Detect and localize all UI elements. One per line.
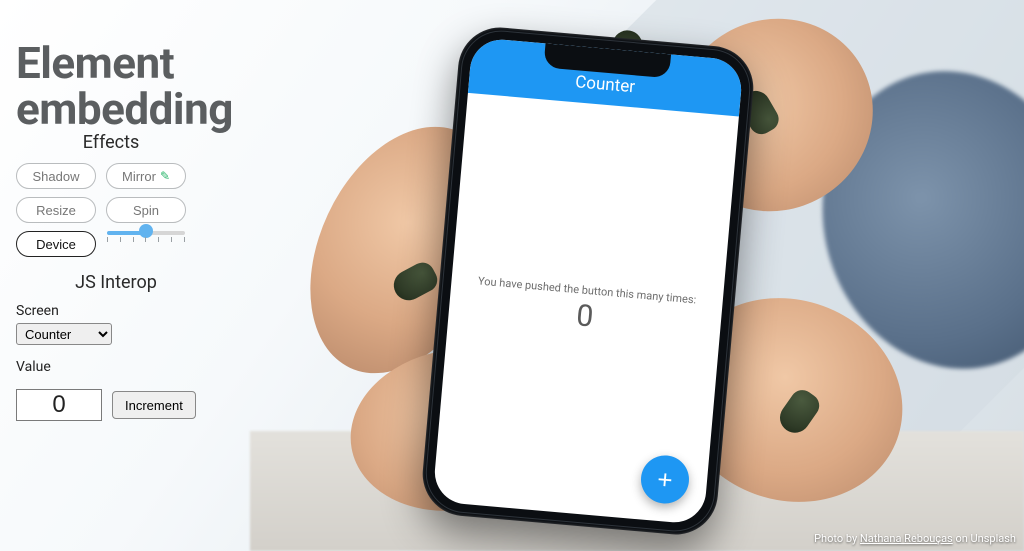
spin-slider[interactable]: [107, 231, 185, 235]
slider-ticks: [107, 237, 185, 242]
js-interop-panel: JS Interop Screen Counter Value Incremen…: [16, 272, 216, 421]
phone-screen: Counter You have pushed the button this …: [432, 37, 744, 525]
page-title-line1: Element: [16, 37, 174, 89]
effects-heading: Effects: [16, 132, 206, 153]
effects-panel: Effects Shadow Mirror ✎ Resize Spin Devi…: [16, 132, 206, 257]
plus-icon: +: [656, 463, 674, 495]
app-bar-title: Counter: [574, 72, 635, 97]
resize-toggle[interactable]: Resize: [16, 197, 96, 223]
value-input[interactable]: [16, 389, 102, 421]
phone-device-frame: Counter You have pushed the button this …: [419, 24, 757, 538]
shadow-toggle[interactable]: Shadow: [16, 163, 96, 189]
page-title: Element embedding: [16, 40, 233, 132]
spin-slider-wrap: [106, 229, 186, 257]
fingernail: [774, 385, 824, 438]
js-interop-heading: JS Interop: [16, 272, 216, 293]
fingernail: [389, 258, 442, 305]
credit-suffix: on Unsplash: [953, 532, 1016, 545]
device-toggle[interactable]: Device: [16, 231, 96, 257]
credit-prefix: Photo by: [814, 532, 860, 545]
mirror-toggle[interactable]: Mirror ✎: [106, 163, 186, 189]
pencil-icon: ✎: [160, 169, 170, 183]
counter-value: 0: [575, 298, 595, 334]
page-title-line2: embedding: [16, 83, 233, 135]
screen-select[interactable]: Counter: [16, 323, 112, 345]
app-body: You have pushed the button this many tim…: [432, 93, 739, 525]
jacket-sleeve: [790, 41, 1024, 398]
value-label: Value: [16, 359, 216, 375]
mirror-label: Mirror: [122, 169, 156, 184]
screen-label: Screen: [16, 303, 216, 319]
photo-credit: Photo by Nathana Rebouças on Unsplash: [814, 532, 1016, 545]
increment-button[interactable]: Increment: [112, 391, 196, 419]
spin-toggle[interactable]: Spin: [106, 197, 186, 223]
credit-author-link[interactable]: Nathana Rebouças: [860, 532, 953, 545]
